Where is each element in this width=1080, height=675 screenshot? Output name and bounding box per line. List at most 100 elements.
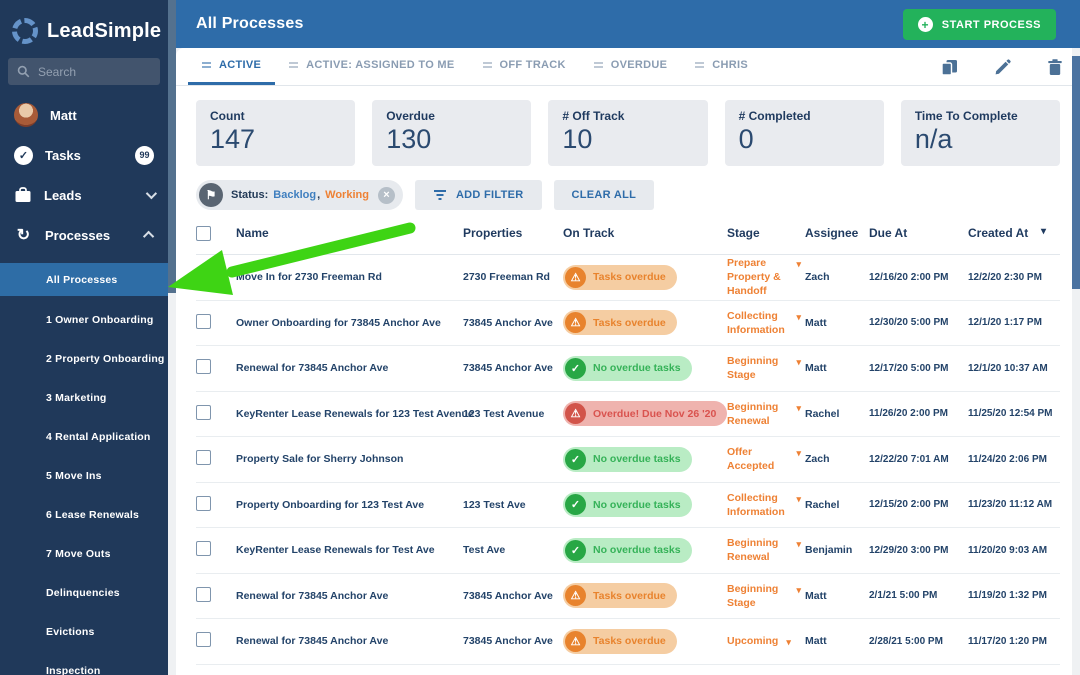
search-input[interactable] — [38, 64, 148, 79]
assignee-cell: Matt — [805, 589, 827, 602]
tab-label: CHRIS — [712, 59, 749, 71]
row-checkbox[interactable] — [196, 586, 211, 602]
table-row[interactable]: KeyRenter Lease Renewals for Test Ave Te… — [196, 528, 1060, 574]
copy-icon[interactable] — [941, 59, 958, 76]
sidebar-subitem[interactable]: 2 Property Onboarding — [0, 339, 168, 378]
sidebar-subitem[interactable]: Inspection — [0, 651, 168, 675]
stage-dropdown[interactable]: Prepare Property & Handoff ▾ — [727, 256, 805, 299]
process-name-link[interactable]: Renewal for 73845 Anchor Ave — [236, 635, 463, 647]
process-name-link[interactable]: Renewal for 73845 Anchor Ave — [236, 590, 463, 602]
main-scrollbar[interactable] — [1072, 48, 1080, 675]
table-row[interactable]: Renewal for 73845 Anchor Ave 73845 Ancho… — [196, 619, 1060, 665]
column-header-name[interactable]: Name — [236, 226, 463, 240]
on-track-badge: ✓ No overdue tasks — [563, 492, 692, 518]
sidebar-subitem[interactable]: 5 Move Ins — [0, 456, 168, 495]
stage-dropdown[interactable]: Beginning Renewal ▾ — [727, 400, 805, 428]
column-header-created-at[interactable]: Created At ▾ — [968, 226, 1060, 240]
stage-dropdown[interactable]: Beginning Stage ▾ — [727, 582, 805, 610]
delete-icon[interactable] — [1048, 59, 1062, 75]
process-name-link[interactable]: KeyRenter Lease Renewals for 123 Test Av… — [236, 408, 474, 420]
stage-dropdown[interactable]: Upcoming ▾ — [727, 634, 805, 648]
clear-all-button[interactable]: CLEAR ALL — [553, 180, 655, 211]
sidebar-subitem[interactable]: Delinquencies — [0, 573, 168, 612]
edit-icon[interactable] — [995, 59, 1011, 75]
sidebar-subitem[interactable]: 6 Lease Renewals — [0, 495, 168, 534]
column-header-assignee[interactable]: Assignee — [805, 226, 869, 240]
stage-dropdown[interactable]: Beginning Renewal ▾ — [727, 536, 805, 564]
table-row[interactable]: Renewal for 73845 Anchor Ave 73845 Ancho… — [196, 346, 1060, 392]
process-name-link[interactable]: Move In for 2730 Freeman Rd — [236, 271, 463, 283]
row-checkbox[interactable] — [196, 495, 211, 511]
status-text: Tasks overdue — [593, 316, 666, 329]
sidebar-item-leads[interactable]: Leads — [0, 175, 168, 215]
sync-icon: ↻ — [16, 227, 31, 244]
sidebar-subitem[interactable]: 1 Owner Onboarding — [0, 300, 168, 339]
add-filter-button[interactable]: ADD FILTER — [414, 180, 542, 211]
column-header-on-track[interactable]: On Track — [563, 226, 727, 240]
stage-dropdown[interactable]: Beginning Stage ▾ — [727, 354, 805, 382]
remove-filter-icon[interactable]: × — [377, 186, 395, 204]
sidebar-subitem[interactable]: 4 Rental Application — [0, 417, 168, 456]
sidebar-item-matt[interactable]: Matt — [0, 95, 168, 135]
filter-value-working: Working — [325, 189, 369, 202]
sidebar-item-processes[interactable]: ↻ Processes — [0, 215, 168, 255]
row-checkbox[interactable] — [196, 313, 211, 329]
stat-label: # Completed — [738, 109, 811, 123]
table-row[interactable]: KeyRenter Lease Renewals for 123 Test Av… — [196, 392, 1060, 438]
stage-label: Offer Accepted — [727, 446, 775, 473]
logo-text: LeadSimple — [47, 19, 162, 42]
stage-caret-icon: ▾ — [796, 539, 801, 550]
chevron-up-icon — [142, 230, 155, 243]
tab[interactable]: OFF TRACK — [469, 48, 580, 85]
sidebar-scrollbar[interactable] — [168, 0, 176, 675]
row-checkbox[interactable] — [196, 268, 211, 284]
stage-caret-icon: ▾ — [786, 637, 791, 648]
main-scrollbar-thumb[interactable] — [1072, 56, 1080, 289]
process-name-link[interactable]: Owner Onboarding for 73845 Anchor Ave — [236, 317, 463, 329]
tab[interactable]: ACTIVE: ASSIGNED TO ME — [275, 48, 468, 85]
status-filter-chip[interactable]: ⚑ Status: Backlog , Working × — [196, 180, 403, 211]
process-name-link[interactable]: Property Sale for Sherry Johnson — [236, 453, 463, 465]
sidebar-subitem[interactable]: 3 Marketing — [0, 378, 168, 417]
tab[interactable]: OVERDUE — [580, 48, 682, 85]
select-all-checkbox[interactable] — [196, 226, 211, 242]
column-header-properties[interactable]: Properties — [463, 226, 563, 240]
logo[interactable]: LeadSimple — [0, 0, 168, 50]
stage-dropdown[interactable]: Collecting Information ▾ — [727, 491, 805, 519]
sidebar-subitem[interactable]: All Processes — [0, 263, 176, 296]
column-header-due-at[interactable]: Due At — [869, 226, 968, 240]
stage-dropdown[interactable]: Collecting Information ▾ — [727, 309, 805, 337]
property-cell: Test Ave — [463, 544, 506, 557]
row-checkbox[interactable] — [196, 541, 211, 557]
row-checkbox[interactable] — [196, 404, 211, 420]
sidebar-item-label: Leads — [44, 187, 82, 203]
sidebar-subitem[interactable]: 7 Move Outs — [0, 534, 168, 573]
table-row[interactable]: Property Onboarding for 123 Test Ave 123… — [196, 483, 1060, 529]
sidebar-item-tasks[interactable]: ✓ Tasks 99 — [0, 135, 168, 175]
row-checkbox[interactable] — [196, 632, 211, 648]
start-process-button[interactable]: + START PROCESS — [902, 9, 1056, 40]
row-checkbox[interactable] — [196, 359, 211, 375]
status-text: Tasks overdue — [593, 271, 666, 284]
row-checkbox[interactable] — [196, 450, 211, 466]
due-at-cell: 2/1/21 5:00 PM — [869, 590, 938, 602]
on-track-badge: ⚠ Tasks overdue — [563, 264, 677, 290]
tab[interactable]: CHRIS — [681, 48, 762, 85]
table-row[interactable]: Owner Onboarding for 73845 Anchor Ave 73… — [196, 301, 1060, 347]
status-text: Overdue! Due Nov 26 '20 — [593, 407, 717, 420]
search-input-wrapper[interactable] — [8, 58, 160, 85]
table-row[interactable]: Property Sale for Sherry Johnson ✓ No ov… — [196, 437, 1060, 483]
sidebar-scrollbar-thumb[interactable] — [168, 0, 176, 293]
process-name-link[interactable]: KeyRenter Lease Renewals for Test Ave — [236, 544, 463, 556]
stage-caret-icon: ▾ — [796, 402, 801, 413]
sidebar-subitem-label: Inspection — [46, 664, 101, 675]
sidebar-subitem[interactable]: Evictions — [0, 612, 168, 651]
process-name-link[interactable]: Property Onboarding for 123 Test Ave — [236, 499, 463, 511]
column-header-stage[interactable]: Stage — [727, 226, 805, 240]
table-row[interactable]: Renewal for 73845 Anchor Ave 73845 Ancho… — [196, 574, 1060, 620]
plus-icon: + — [917, 17, 933, 32]
table-row[interactable]: Move In for 2730 Freeman Rd 2730 Freeman… — [196, 255, 1060, 301]
process-name-link[interactable]: Renewal for 73845 Anchor Ave — [236, 362, 463, 374]
stage-dropdown[interactable]: Offer Accepted ▾ — [727, 445, 805, 473]
tab[interactable]: ACTIVE — [188, 48, 276, 85]
